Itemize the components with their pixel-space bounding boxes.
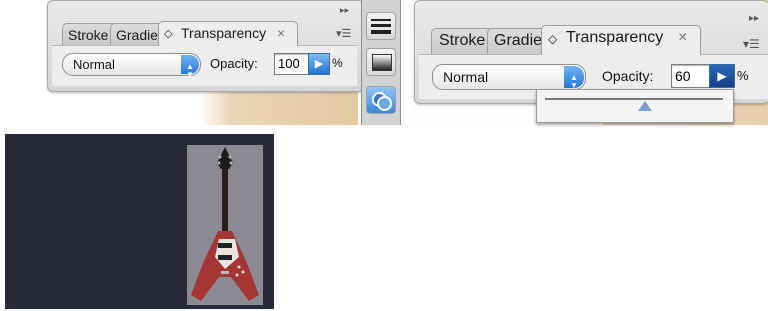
transparency-panel-left: Stroke Gradient ◇ Transparency × ▸▸ ▾☰ N… bbox=[47, 0, 364, 92]
tab-transparency[interactable]: ◇ Transparency × bbox=[158, 21, 298, 46]
stepper-icon: ▲ ▼ bbox=[564, 66, 584, 90]
opacity-field[interactable]: 60 bbox=[671, 64, 711, 88]
slider-thumb[interactable] bbox=[638, 101, 652, 111]
panel-dock bbox=[361, 0, 401, 125]
opacity-slider-popup bbox=[536, 89, 734, 123]
tab-grip-icon: ◇ bbox=[548, 32, 558, 46]
opacity-field[interactable]: 100 bbox=[274, 53, 310, 75]
blend-mode-select[interactable]: Normal ▲ ▼ bbox=[432, 64, 586, 90]
tab-gradient[interactable]: Gradient bbox=[110, 23, 164, 46]
percent-label: % bbox=[332, 56, 343, 70]
transparency-panel-icon[interactable] bbox=[366, 86, 396, 114]
stroke-panel-icon[interactable] bbox=[366, 12, 396, 40]
opacity-slider-button[interactable]: ▶ bbox=[709, 64, 735, 88]
tab-close-icon[interactable]: × bbox=[277, 25, 285, 41]
stepper-icon: ▲ ▼ bbox=[181, 55, 199, 79]
opacity-label: Opacity: bbox=[210, 56, 258, 71]
panel-menu-icon[interactable]: ▾☰ bbox=[336, 27, 351, 40]
tab-grip-icon: ◇ bbox=[164, 28, 173, 40]
panel-menu-icon[interactable]: ▾☰ bbox=[743, 37, 760, 51]
tab-transparency[interactable]: ◇ Transparency × bbox=[541, 25, 701, 55]
collapse-icon[interactable]: ▸▸ bbox=[749, 13, 759, 24]
slider-track bbox=[545, 98, 723, 100]
guitar-image bbox=[187, 145, 263, 305]
percent-label: % bbox=[737, 68, 749, 83]
tab-stroke[interactable]: Stroke bbox=[431, 28, 493, 55]
opacity-label: Opacity: bbox=[602, 68, 654, 84]
tab-gradient[interactable]: Gradient bbox=[487, 28, 549, 55]
tab-close-icon[interactable]: × bbox=[678, 29, 687, 47]
artwork-canvas bbox=[5, 134, 274, 309]
blend-mode-select[interactable]: Normal ▲ ▼ bbox=[62, 53, 201, 79]
guitar-icon bbox=[191, 147, 259, 301]
panel-body: Normal ▲ ▼ Opacity: 100 ▶ % bbox=[52, 45, 357, 86]
gradient-panel-icon[interactable] bbox=[366, 48, 396, 76]
collapse-icon[interactable]: ▸▸ bbox=[340, 5, 349, 16]
opacity-slider-button[interactable]: ▶ bbox=[308, 53, 330, 75]
